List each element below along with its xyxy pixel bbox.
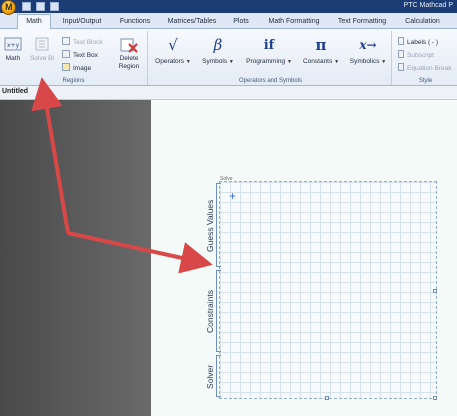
beta-icon: β xyxy=(213,36,223,54)
constraints-bracket xyxy=(216,270,221,352)
pi-icon: π xyxy=(315,36,327,54)
solve-block-label: Solve Bl xyxy=(30,55,54,62)
symbols-label: Symbols xyxy=(202,58,228,65)
equation-break-icon xyxy=(398,63,404,71)
title-bar: PTC Mathcad P xyxy=(0,0,457,13)
constraints-label[interactable]: Constraints xyxy=(205,290,215,333)
subscript-button[interactable]: Subscript xyxy=(398,50,434,61)
symbolics-button[interactable]: x→ Symbolics ▼ xyxy=(346,37,390,65)
resize-handle-bottom[interactable] xyxy=(325,396,329,400)
guess-values-label[interactable]: Guess Values xyxy=(205,200,215,252)
math-region-label: Math xyxy=(5,55,21,62)
if-icon: if xyxy=(263,38,275,53)
resize-handle-right[interactable] xyxy=(433,289,437,293)
tab-plots[interactable]: Plots xyxy=(228,15,254,29)
text-box-label: Text Box xyxy=(73,52,98,59)
subscript-icon xyxy=(398,50,404,58)
solve-block-region[interactable] xyxy=(219,181,437,399)
window-title: PTC Mathcad P xyxy=(403,2,453,9)
operators-button[interactable]: √ Operators ▼ xyxy=(154,36,192,66)
labels-dropdown[interactable]: Labels ( - ) xyxy=(398,37,438,48)
chevron-down-icon: ▼ xyxy=(334,59,340,65)
group-operators-symbols-label: Operators and Symbols xyxy=(238,78,303,84)
ribbon-tab-row: Math Input/Output Functions Matrices/Tab… xyxy=(0,13,457,30)
solver-label[interactable]: Solver xyxy=(205,365,215,389)
group-style-label: Style xyxy=(418,78,433,84)
ribbon: x+y Math Solve Bl Text Block Text Box Im… xyxy=(0,29,457,86)
tab-math[interactable]: Math xyxy=(17,14,51,30)
text-box-icon xyxy=(62,50,70,58)
save-icon[interactable] xyxy=(50,2,59,11)
equation-break-label: Equation Break xyxy=(407,65,452,72)
text-box-button[interactable]: Text Box xyxy=(62,50,98,61)
delete-region-label: Delete Region xyxy=(118,55,140,70)
image-button[interactable]: Image xyxy=(62,63,91,74)
solver-bracket xyxy=(216,355,221,397)
tab-matrices-tables[interactable]: Matrices/Tables xyxy=(164,15,220,29)
math-region-icon: x+y xyxy=(4,37,22,51)
chevron-down-icon: ▼ xyxy=(381,59,387,65)
operators-label: Operators xyxy=(155,58,185,65)
document-tab-untitled[interactable]: Untitled xyxy=(2,88,28,95)
delete-region-button[interactable]: Delete Region xyxy=(114,37,144,71)
chevron-down-icon: ▼ xyxy=(286,59,292,65)
svg-text:x+y: x+y xyxy=(7,42,20,49)
new-document-icon[interactable] xyxy=(22,2,31,11)
resize-handle-corner[interactable] xyxy=(433,396,437,400)
left-gray-margin xyxy=(0,100,151,416)
group-regions-label: Regions xyxy=(62,78,85,84)
symbolic-arrow-icon: x→ xyxy=(359,38,377,52)
tab-calculation[interactable]: Calculation xyxy=(400,15,445,29)
math-region-button[interactable]: x+y Math xyxy=(2,37,24,62)
delete-region-icon xyxy=(120,38,138,53)
solve-block-icon xyxy=(35,37,49,51)
insertion-crosshair-icon: + xyxy=(229,189,237,203)
programming-button[interactable]: if Programming ▼ xyxy=(244,37,294,65)
chevron-down-icon: ▼ xyxy=(185,59,191,65)
group-operators-symbols: √ Operators ▼ β Symbols ▼ if Programming… xyxy=(150,31,392,85)
symbolics-label: Symbolics xyxy=(349,58,380,65)
labels-value: Labels ( - ) xyxy=(407,39,439,46)
equation-break-button[interactable]: Equation Break xyxy=(398,63,451,74)
mathcad-logo-icon: M xyxy=(5,2,13,12)
symbols-button[interactable]: β Symbols ▼ xyxy=(200,36,236,66)
app-menu-button[interactable]: M xyxy=(1,0,16,15)
square-root-icon: √ xyxy=(168,36,178,54)
text-block-label: Text Block xyxy=(73,39,103,46)
image-icon xyxy=(62,63,70,71)
guess-values-bracket xyxy=(216,183,221,267)
subscript-label: Subscript xyxy=(407,52,435,59)
text-block-icon xyxy=(62,37,70,45)
group-style: Labels ( - ) Subscript Equation Break St… xyxy=(394,31,457,85)
tab-text-formatting[interactable]: Text Formatting xyxy=(332,15,392,29)
labels-icon xyxy=(398,37,404,45)
group-regions: x+y Math Solve Bl Text Block Text Box Im… xyxy=(0,31,148,85)
image-label: Image xyxy=(73,65,92,72)
chevron-down-icon: ▼ xyxy=(228,59,234,65)
programming-label: Programming xyxy=(246,58,286,65)
tab-functions[interactable]: Functions xyxy=(114,15,156,29)
solve-block-button[interactable]: Solve Bl xyxy=(30,37,54,62)
document-tab-bar: Untitled xyxy=(0,86,457,100)
tab-math-formatting[interactable]: Math Formatting xyxy=(263,15,325,29)
constants-button[interactable]: π Constants ▼ xyxy=(300,36,342,66)
open-folder-icon[interactable] xyxy=(36,2,45,11)
constants-label: Constants xyxy=(302,58,333,65)
tab-input-output[interactable]: Input/Output xyxy=(56,15,108,29)
text-block-button[interactable]: Text Block xyxy=(62,37,103,48)
